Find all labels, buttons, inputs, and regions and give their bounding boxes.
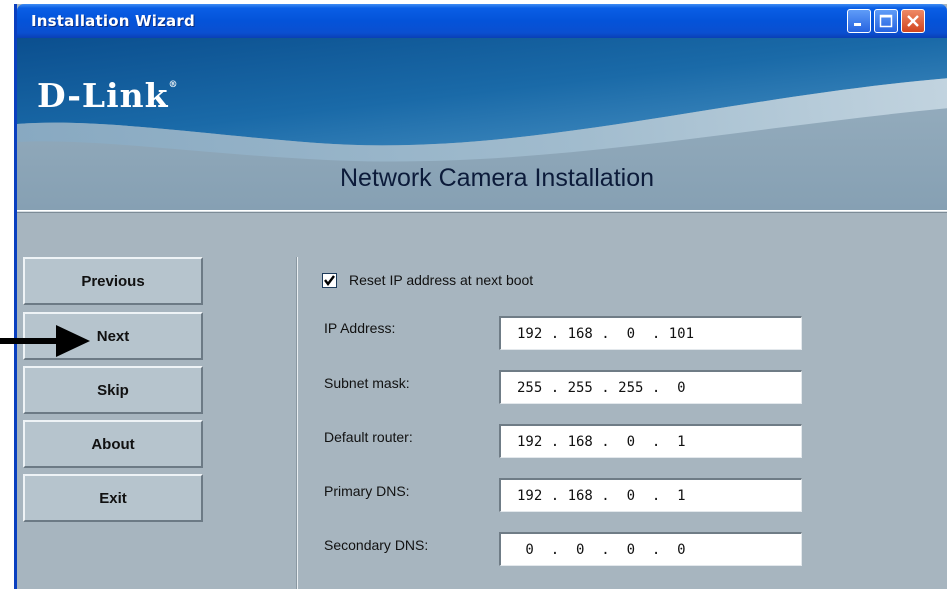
page-heading: Network Camera Installation <box>339 164 654 192</box>
registered-mark: ® <box>168 80 179 90</box>
panel-divider <box>296 257 298 589</box>
reset-ip-checkbox[interactable] <box>322 272 337 288</box>
logo-text: D-Link <box>37 76 169 115</box>
header-banner: D-Link® Network Camera Installation <box>17 38 947 210</box>
pointer-arrow-icon <box>0 325 90 357</box>
installation-wizard-window: Installation Wizard D-Link® Network Came… <box>14 4 947 589</box>
previous-button[interactable]: Previous <box>23 257 203 305</box>
secondary-dns-label: Secondary DNS: <box>324 537 429 553</box>
minimize-button[interactable] <box>847 9 871 33</box>
reset-ip-label: Reset IP address at next boot <box>349 272 534 288</box>
reset-ip-option[interactable]: Reset IP address at next boot <box>322 272 533 288</box>
d-link-logo: D-Link® <box>37 76 179 115</box>
default-router-label: Default router: <box>324 429 413 445</box>
exit-button[interactable]: Exit <box>23 474 203 522</box>
title-bar[interactable]: Installation Wizard <box>17 4 947 38</box>
default-router-field[interactable]: 192 . 168 . 0 . 1 <box>499 424 802 458</box>
subnet-mask-field[interactable]: 255 . 255 . 255 . 0 <box>499 370 802 404</box>
header-divider <box>17 210 947 213</box>
maximize-icon <box>879 14 893 28</box>
ip-address-field[interactable]: 192 . 168 . 0 . 101 <box>499 316 802 350</box>
window-title: Installation Wizard <box>31 12 195 30</box>
minimize-icon <box>854 23 861 26</box>
close-button[interactable] <box>901 9 925 33</box>
secondary-dns-field[interactable]: 0 . 0 . 0 . 0 <box>499 532 802 566</box>
checkmark-icon <box>324 274 335 286</box>
ip-address-label: IP Address: <box>324 320 396 336</box>
primary-dns-label: Primary DNS: <box>324 483 410 499</box>
maximize-button[interactable] <box>874 9 898 33</box>
close-icon <box>907 15 919 27</box>
subnet-mask-label: Subnet mask: <box>324 375 410 391</box>
skip-button[interactable]: Skip <box>23 366 203 414</box>
primary-dns-field[interactable]: 192 . 168 . 0 . 1 <box>499 478 802 512</box>
about-button[interactable]: About <box>23 420 203 468</box>
